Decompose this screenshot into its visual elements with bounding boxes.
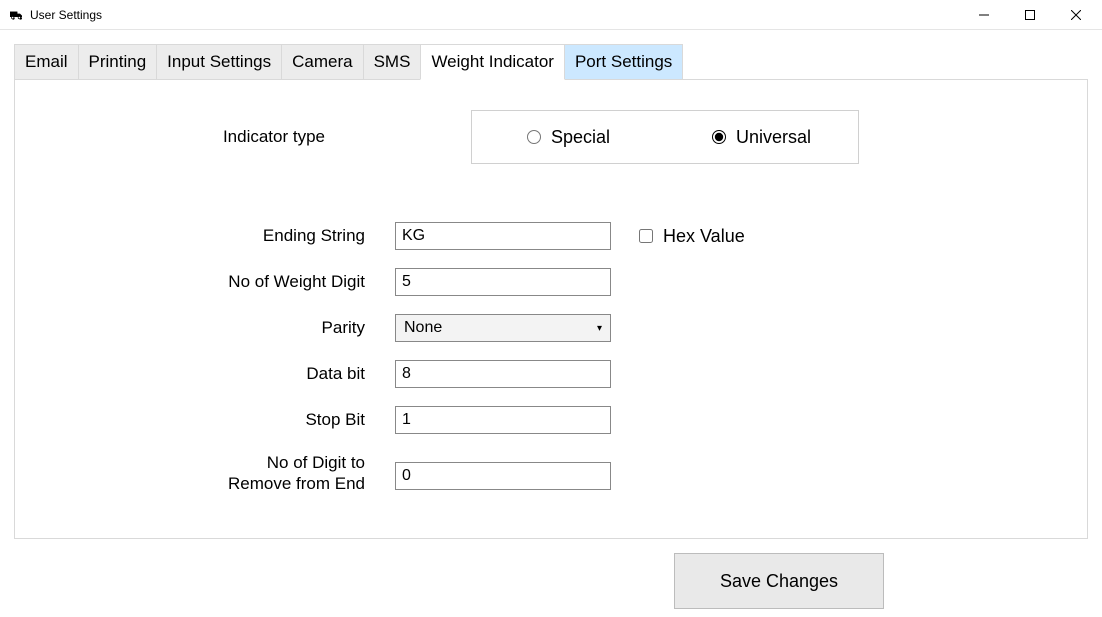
radio-universal-label: Universal (736, 127, 811, 148)
tab-weight-indicator[interactable]: Weight Indicator (420, 44, 565, 80)
tab-email[interactable]: Email (14, 44, 79, 80)
no-digit-remove-input[interactable] (395, 462, 611, 490)
window-title: User Settings (30, 8, 102, 22)
parity-select[interactable]: None ▾ (395, 314, 611, 342)
save-changes-button[interactable]: Save Changes (674, 553, 884, 609)
indicator-type-label: Indicator type (55, 127, 355, 147)
minimize-button[interactable] (964, 0, 1010, 30)
no-digit-remove-label: No of Digit to Remove from End (55, 452, 395, 495)
tab-sms[interactable]: SMS (363, 44, 422, 80)
tab-port-settings[interactable]: Port Settings (564, 44, 683, 80)
tab-camera[interactable]: Camera (281, 44, 363, 80)
ending-string-input[interactable] (395, 222, 611, 250)
radio-special[interactable]: Special (472, 127, 665, 148)
tab-pane-weight-indicator: Indicator type Special Universal Ending … (14, 79, 1088, 539)
radio-universal[interactable]: Universal (665, 127, 858, 148)
ending-string-label: Ending String (55, 226, 395, 246)
no-weight-digit-input[interactable] (395, 268, 611, 296)
stop-bit-input[interactable] (395, 406, 611, 434)
radio-special-input[interactable] (527, 130, 541, 144)
hex-value-label: Hex Value (663, 226, 745, 247)
data-bit-input[interactable] (395, 360, 611, 388)
maximize-button[interactable] (1010, 0, 1056, 30)
dropdown-caret-icon: ▾ (597, 323, 602, 334)
radio-universal-input[interactable] (712, 130, 726, 144)
indicator-type-group: Special Universal (471, 110, 859, 164)
tab-printing[interactable]: Printing (78, 44, 158, 80)
tab-input-settings[interactable]: Input Settings (156, 44, 282, 80)
parity-value: None (404, 319, 442, 337)
no-weight-digit-label: No of Weight Digit (55, 272, 395, 292)
app-icon (8, 7, 24, 23)
tab-bar: Email Printing Input Settings Camera SMS… (14, 44, 1088, 80)
parity-label: Parity (55, 318, 395, 338)
stop-bit-label: Stop Bit (55, 410, 395, 430)
radio-special-label: Special (551, 127, 610, 148)
close-button[interactable] (1056, 0, 1102, 30)
data-bit-label: Data bit (55, 364, 395, 384)
hex-value-checkbox[interactable] (639, 229, 653, 243)
titlebar: User Settings (0, 0, 1102, 30)
